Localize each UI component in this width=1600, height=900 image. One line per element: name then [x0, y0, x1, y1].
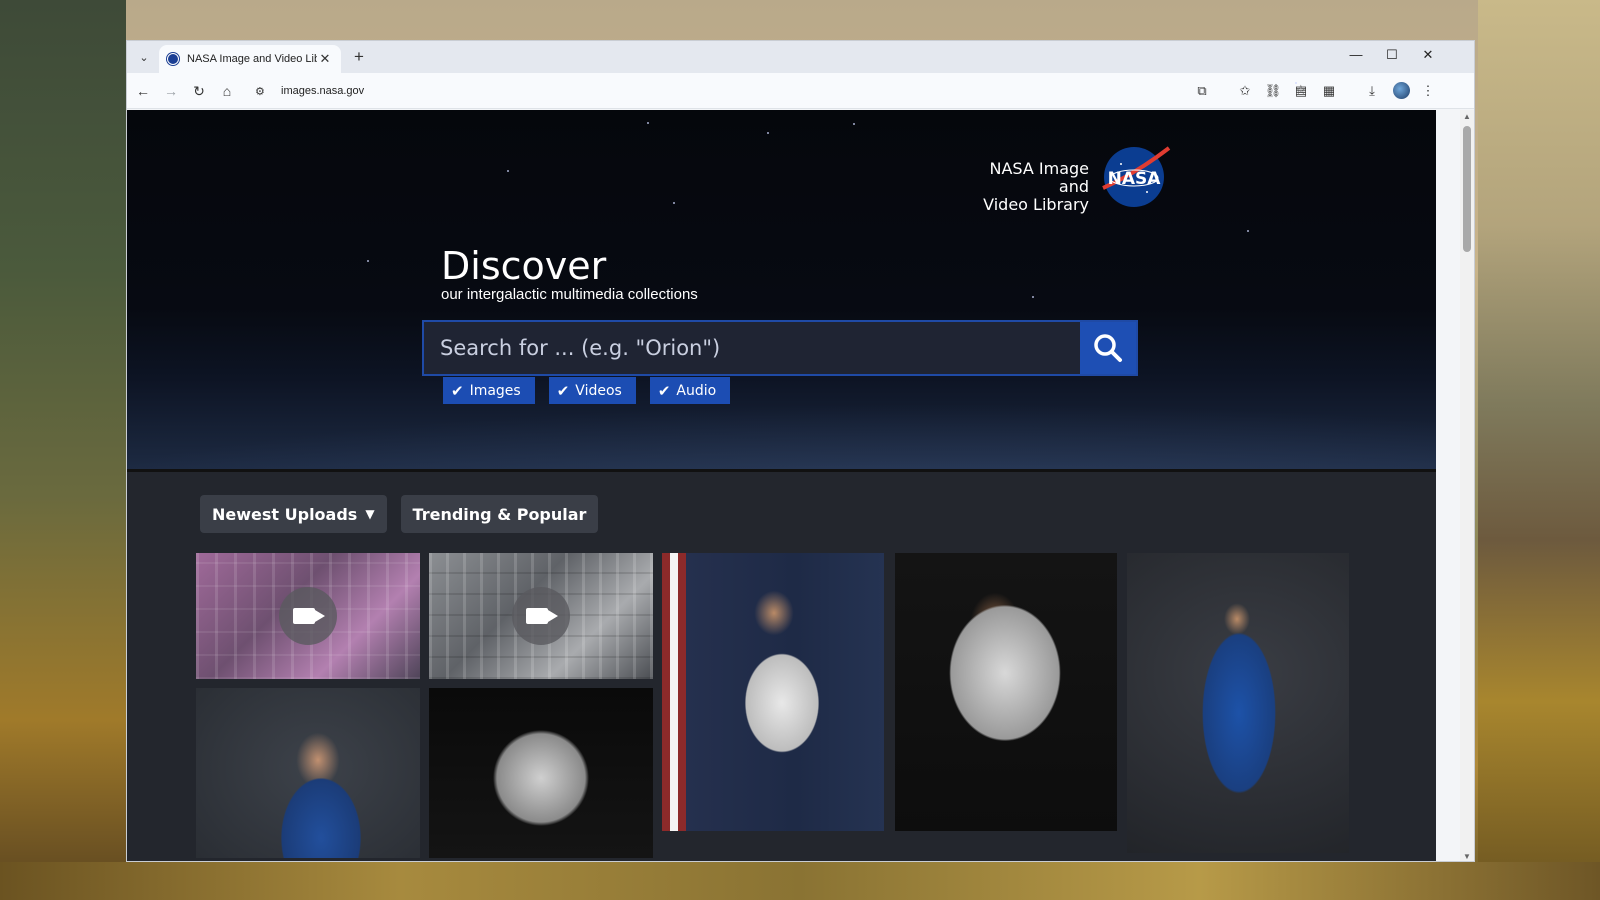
filter-label: Audio	[676, 382, 717, 399]
filter-label: Images	[469, 382, 521, 399]
search-icon	[1094, 334, 1122, 362]
page-content: NASA Image and Video Library NASA Discov…	[127, 110, 1436, 861]
media-type-filters: ✔ Images ✔ Videos ✔ Audio	[443, 377, 731, 404]
filter-audio[interactable]: ✔ Audio	[649, 377, 731, 404]
close-tab-icon[interactable]: ✕	[317, 51, 333, 67]
menu-icon[interactable]: ⋮	[1419, 82, 1437, 100]
gallery-item-video[interactable]	[429, 553, 653, 679]
scroll-up-icon[interactable]: ▲	[1462, 112, 1472, 121]
link-icon[interactable]: ⛓	[1264, 82, 1282, 100]
desktop-wallpaper-right	[1478, 0, 1600, 900]
section-tabs: Newest Uploads ▼ Trending & Popular	[200, 495, 599, 533]
media-gallery	[196, 553, 1356, 861]
gallery-item-video[interactable]	[196, 553, 420, 679]
star-decoration	[853, 123, 855, 125]
favorites-icon[interactable]: ✩	[1236, 82, 1254, 100]
checkmark-icon: ✔	[451, 381, 464, 400]
checkmark-icon: ✔	[556, 381, 570, 400]
reload-icon[interactable]: ↻	[189, 81, 209, 101]
new-tab-button[interactable]: +	[349, 47, 369, 67]
desktop-wallpaper-bottom	[0, 862, 1600, 900]
nasa-favicon-icon	[167, 53, 179, 65]
hero-tagline: our intergalactic multimedia collections	[441, 286, 698, 303]
site-brand[interactable]: NASA Image and Video Library	[959, 160, 1089, 214]
tab-title: NASA Image and Video Library	[187, 53, 317, 65]
forward-icon[interactable]: →	[161, 81, 181, 101]
search-input[interactable]	[424, 322, 1080, 374]
extensions-icon[interactable]: ⧉	[1193, 82, 1211, 100]
nasa-logo-icon[interactable]: NASA	[1101, 144, 1171, 208]
gallery-item-image[interactable]	[429, 688, 653, 858]
star-decoration	[647, 122, 649, 124]
chevron-down-icon: ▼	[365, 507, 375, 521]
address-bar[interactable]: ⚙ images.nasa.gov ☆	[247, 78, 1307, 104]
tab-label: Trending & Popular	[412, 504, 587, 524]
browser-toolbar: ← → ↻ ⌂ ⚙ images.nasa.gov ☆ ⧉ ✩ ⛓ ▤ ▦ ⤓ …	[127, 73, 1474, 109]
close-window-button[interactable]: ✕	[1413, 47, 1443, 63]
tab-trending-popular[interactable]: Trending & Popular	[400, 495, 599, 533]
scroll-down-icon[interactable]: ▼	[1462, 852, 1472, 861]
browser-window: ⌄ NASA Image and Video Library ✕ + — ☐ ✕…	[126, 40, 1475, 862]
home-icon[interactable]: ⌂	[217, 81, 237, 101]
search-button[interactable]	[1080, 322, 1136, 374]
star-decoration	[507, 170, 509, 172]
hero-heading: Discover	[441, 244, 607, 288]
profile-avatar[interactable]	[1393, 82, 1410, 99]
nasa-logo-text: NASA	[1108, 169, 1162, 189]
gallery-item-image[interactable]	[895, 553, 1117, 831]
star-decoration	[767, 132, 769, 134]
maximize-button[interactable]: ☐	[1377, 47, 1407, 63]
minimize-button[interactable]: —	[1341, 47, 1371, 62]
downloads-icon[interactable]: ⤓	[1363, 82, 1381, 100]
url-text: images.nasa.gov	[281, 85, 365, 97]
gallery-item-image[interactable]	[662, 553, 884, 831]
tab-newest-uploads[interactable]: Newest Uploads ▼	[200, 495, 387, 533]
back-icon[interactable]: ←	[133, 81, 153, 101]
tab-label: Newest Uploads	[212, 504, 358, 524]
filter-images[interactable]: ✔ Images	[443, 377, 535, 404]
split-view-icon[interactable]: ▦	[1320, 82, 1338, 100]
search-form	[422, 320, 1138, 376]
brand-line-2: Video Library	[983, 195, 1089, 214]
filter-label: Videos	[575, 382, 622, 399]
star-decoration	[367, 260, 369, 262]
browser-tab[interactable]: NASA Image and Video Library ✕	[159, 45, 341, 73]
gallery-item-image[interactable]	[1127, 553, 1349, 853]
gallery-item-image[interactable]	[196, 688, 420, 858]
tab-strip: ⌄ NASA Image and Video Library ✕ + — ☐ ✕	[127, 41, 1474, 73]
page-scrollbar[interactable]: ▲ ▼	[1460, 110, 1474, 861]
star-decoration	[673, 202, 675, 204]
tab-search-icon[interactable]: ⌄	[133, 47, 155, 67]
desktop-wallpaper-left	[0, 0, 126, 900]
video-camera-icon	[512, 587, 570, 645]
checkmark-icon: ✔	[657, 381, 671, 400]
reading-mode-icon[interactable]: ▤	[1292, 82, 1310, 100]
star-decoration	[1032, 296, 1034, 298]
site-info-icon[interactable]: ⚙	[255, 85, 271, 98]
scrollbar-thumb[interactable]	[1463, 126, 1471, 252]
brand-line-1: NASA Image and	[989, 159, 1089, 196]
star-decoration	[1247, 230, 1249, 232]
hero-banner: NASA Image and Video Library NASA Discov…	[127, 110, 1436, 472]
video-camera-icon	[279, 587, 337, 645]
filter-videos[interactable]: ✔ Videos	[548, 377, 636, 404]
